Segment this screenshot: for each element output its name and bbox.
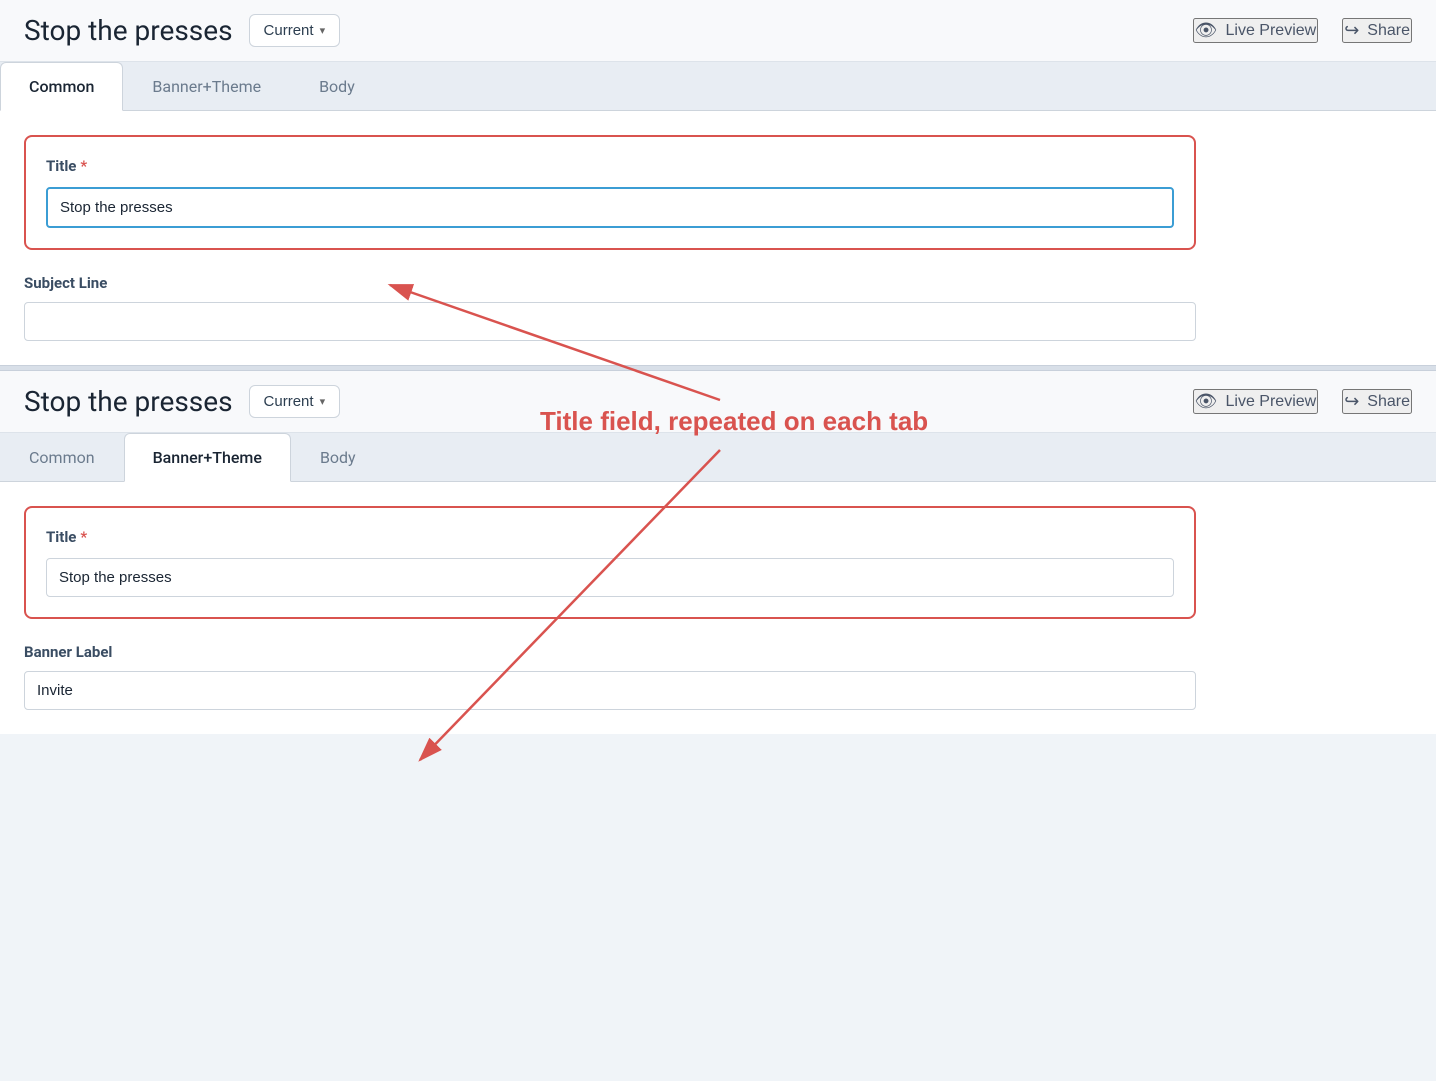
header-bottom: Stop the presses Current ▾ 👁 Live Previe… [0,371,1436,433]
subject-input-top[interactable] [24,302,1196,341]
tab-common-top[interactable]: Common [0,62,123,111]
title-field-card-top: Title * [24,135,1196,250]
title-label-bottom: Title * [46,528,1174,546]
live-preview-button-top[interactable]: 👁 Live Preview [1193,18,1319,43]
current-dropdown-bottom[interactable]: Current ▾ [249,385,341,418]
share-button-bottom[interactable]: ↪ Share [1342,389,1412,414]
chevron-down-icon-bottom: ▾ [320,395,326,408]
section-top: Title * Subject Line [0,111,1436,365]
banner-label-title: Banner Label [24,643,1196,661]
section-inner-top: Title * [0,111,1220,250]
eye-icon-top: 👁 [1195,20,1218,41]
share-label-top: Share [1367,22,1410,40]
tabs-bar-bottom: Common Banner+Theme Body [0,433,1436,482]
subject-section-top: Subject Line [0,274,1220,365]
chevron-down-icon-top: ▾ [320,24,326,37]
tab-body-bottom[interactable]: Body [291,433,385,481]
share-label-bottom: Share [1367,393,1410,411]
header-actions-bottom: 👁 Live Preview ↪ Share [1193,389,1412,414]
tab-banner-theme-bottom[interactable]: Banner+Theme [124,433,291,482]
live-preview-label-top: Live Preview [1226,22,1317,40]
subject-label-top: Subject Line [24,274,1196,292]
title-input-bottom[interactable] [46,558,1174,597]
header-top: Stop the presses Current ▾ 👁 Live Previe… [0,0,1436,62]
title-required-top: * [80,157,87,175]
page-title-top: Stop the presses [24,14,233,47]
title-field-card-bottom: Title * [24,506,1196,619]
title-input-top[interactable] [46,187,1174,228]
share-icon-bottom: ↪ [1344,391,1359,412]
section-inner-bottom: Title * [0,482,1220,619]
live-preview-label-bottom: Live Preview [1226,393,1317,411]
share-button-top[interactable]: ↪ Share [1342,18,1412,43]
section-bottom: Title * Banner Label [0,482,1436,734]
banner-label-input[interactable] [24,671,1196,710]
current-dropdown-label-top: Current [264,22,314,39]
banner-section-bottom: Banner Label [0,643,1220,734]
tab-banner-theme-top[interactable]: Banner+Theme [123,62,290,110]
tab-body-top[interactable]: Body [290,62,384,110]
current-dropdown-top[interactable]: Current ▾ [249,14,341,47]
tab-common-bottom[interactable]: Common [0,433,124,481]
tabs-bar-top: Common Banner+Theme Body [0,62,1436,111]
page-title-bottom: Stop the presses [24,385,233,418]
share-icon-top: ↪ [1344,20,1359,41]
title-required-bottom: * [80,528,87,546]
live-preview-button-bottom[interactable]: 👁 Live Preview [1193,389,1319,414]
eye-icon-bottom: 👁 [1195,391,1218,412]
header-actions-top: 👁 Live Preview ↪ Share [1193,18,1412,43]
title-label-top: Title * [46,157,1174,175]
current-dropdown-label-bottom: Current [264,393,314,410]
